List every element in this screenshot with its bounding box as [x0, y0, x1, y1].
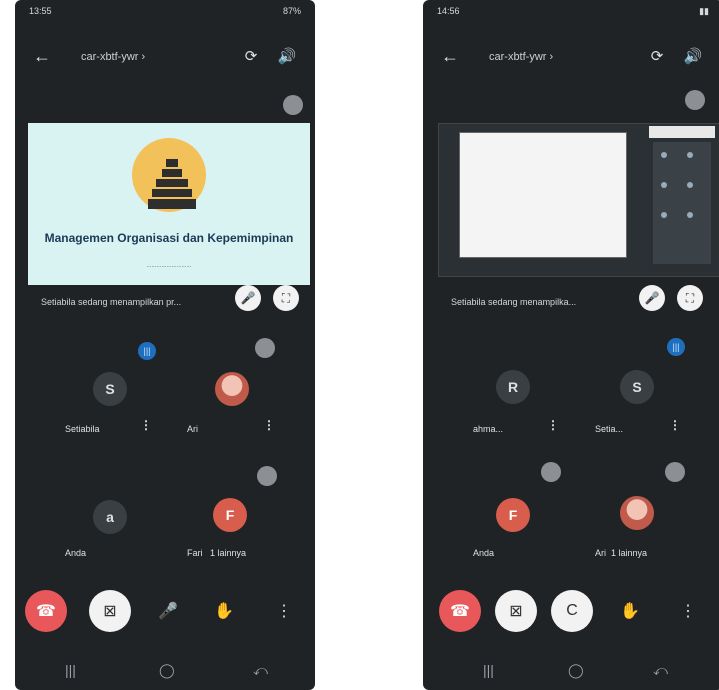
recents-button[interactable]: |||: [65, 662, 76, 678]
participant-more-icon[interactable]: ⋮: [669, 418, 681, 432]
participant-more-icon[interactable]: ⋮: [263, 418, 275, 432]
end-call-button[interactable]: ☎: [439, 590, 481, 632]
presenting-label: Setiabila sedang menampilkan pr...: [41, 297, 182, 307]
participant-photo-avatar: [215, 372, 249, 406]
participant-avatar: F: [496, 498, 530, 532]
camera-switch-icon[interactable]: ⟳: [239, 44, 263, 68]
slide-subtitle: ...........................: [146, 263, 192, 269]
shared-screen-main: [459, 132, 627, 258]
meeting-code[interactable]: car-xbtf-ywr ›: [489, 51, 553, 63]
mic-icon[interactable]: 🎤: [639, 285, 665, 311]
more-options-button[interactable]: ⋮: [667, 590, 709, 632]
battery-level: 87%: [282, 6, 301, 16]
back-arrow-icon[interactable]: ←: [441, 46, 459, 67]
meeting-top-bar: ← car-xbtf-ywr › ⟳ 🔊: [423, 44, 719, 74]
status-time: 14:56: [437, 6, 460, 16]
back-arrow-icon[interactable]: ←: [33, 46, 51, 67]
mic-icon[interactable]: 🎤: [235, 285, 261, 311]
call-controls: ☎ ⊠ C ✋ ⋮: [423, 588, 719, 638]
participant-name: Anda: [65, 548, 87, 558]
slide-title: Managemen Organisasi dan Kepemimpinan: [44, 231, 294, 245]
participant-name: Ari: [187, 424, 198, 434]
participant-avatar: S: [93, 372, 127, 406]
system-nav-bar: ||| ◯ ⤺: [423, 662, 719, 684]
self-view-dot: [283, 95, 303, 115]
participant-name: Anda: [473, 548, 495, 558]
books-stack-icon: [148, 159, 196, 209]
raise-hand-button[interactable]: ✋: [203, 590, 245, 632]
participant-avatar: R: [496, 370, 530, 404]
shared-screen[interactable]: [438, 123, 719, 277]
participant-avatar: a: [93, 500, 127, 534]
participant-mute-dot: [257, 466, 277, 486]
audio-activity-icon: |||: [138, 342, 156, 360]
meeting-code[interactable]: car-xbtf-ywr ›: [81, 51, 145, 63]
back-button[interactable]: ⤺: [653, 662, 668, 679]
status-time: 13:55: [29, 6, 52, 16]
phone-screen-right: 14:56 ▮▮ ← car-xbtf-ywr › ⟳ 🔊 Setiabila …: [423, 0, 719, 690]
participant-mute-dot: [255, 338, 275, 358]
back-button[interactable]: ⤺: [253, 662, 268, 679]
participant-name: Setia...: [595, 424, 624, 434]
participant-more-icon[interactable]: ⋮: [140, 418, 152, 432]
mic-button[interactable]: 🎤: [147, 590, 189, 632]
signal-icon: ▮▮: [699, 6, 709, 16]
camera-off-button[interactable]: ⊠: [495, 590, 537, 632]
more-options-button[interactable]: ⋮: [263, 590, 305, 632]
raise-hand-button[interactable]: ✋: [609, 590, 651, 632]
participant-name: Setiabila: [65, 424, 100, 434]
participant-avatar: S: [620, 370, 654, 404]
captions-button[interactable]: C: [551, 590, 593, 632]
end-call-button[interactable]: ☎: [25, 590, 67, 632]
participant-name: Fari 1 lainnya: [187, 548, 247, 558]
participant-name: ahma...: [473, 424, 504, 434]
participant-more-icon[interactable]: ⋮: [547, 418, 559, 432]
presenting-label: Setiabila sedang menampilka...: [451, 297, 577, 307]
phone-screen-left: 13:55 87% ← car-xbtf-ywr › ⟳ 🔊 Managemen…: [15, 0, 315, 690]
camera-off-button[interactable]: ⊠: [89, 590, 131, 632]
home-button[interactable]: ◯: [568, 662, 584, 679]
audio-activity-icon: |||: [667, 338, 685, 356]
status-bar: 14:56 ▮▮: [437, 6, 709, 20]
self-view-dot: [685, 90, 705, 110]
participant-photo-avatar: [620, 496, 654, 530]
call-controls: ☎ ⊠ 🎤 ✋ ⋮: [15, 588, 315, 638]
recents-button[interactable]: |||: [483, 662, 494, 678]
meeting-top-bar: ← car-xbtf-ywr › ⟳ 🔊: [15, 44, 315, 74]
system-nav-bar: ||| ◯ ⤺: [15, 662, 315, 684]
status-bar: 13:55 87%: [29, 6, 301, 20]
speaker-icon[interactable]: 🔊: [275, 44, 299, 68]
participant-mute-dot: [541, 462, 561, 482]
participant-avatar: F: [213, 498, 247, 532]
shared-screen-sidebar: [649, 126, 715, 272]
participant-mute-dot: [665, 462, 685, 482]
presentation-slide[interactable]: Managemen Organisasi dan Kepemimpinan ..…: [28, 123, 310, 285]
fullscreen-icon[interactable]: ⛶: [677, 285, 703, 311]
home-button[interactable]: ◯: [159, 662, 175, 679]
speaker-icon[interactable]: 🔊: [681, 44, 705, 68]
participant-name: Ari 1 lainnya: [595, 548, 648, 558]
fullscreen-icon[interactable]: ⛶: [273, 285, 299, 311]
camera-switch-icon[interactable]: ⟳: [645, 44, 669, 68]
